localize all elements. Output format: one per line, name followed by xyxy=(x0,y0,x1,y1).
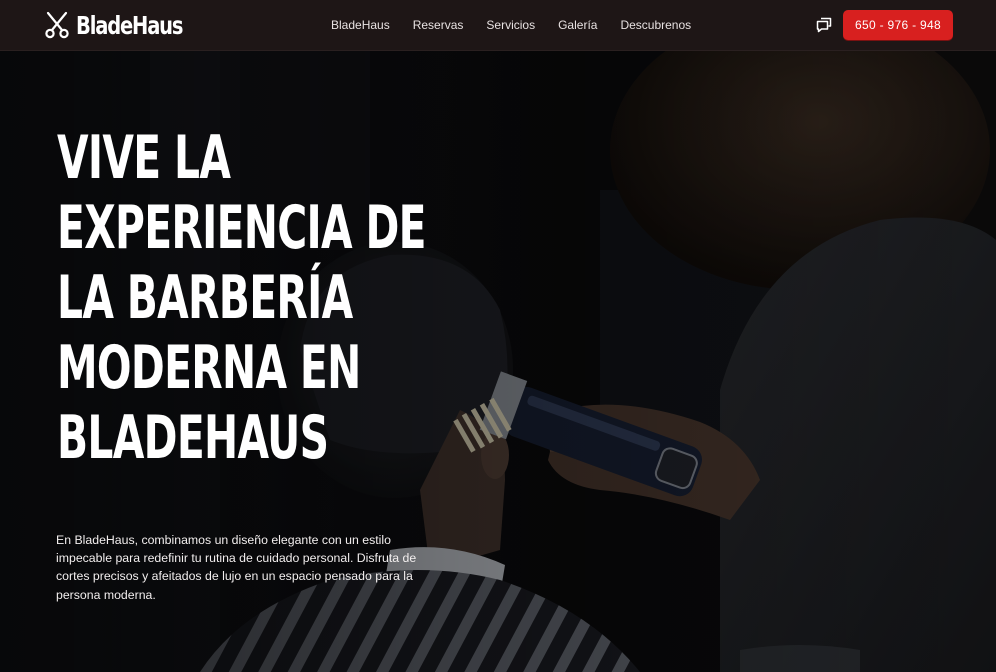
chat-icon xyxy=(816,17,832,33)
top-navigation-bar: BladeHaus BladeHaus Reservas Servicios G… xyxy=(0,0,996,51)
hero-description: En BladeHaus, combinamos un diseño elega… xyxy=(56,533,417,602)
hero-section: Vive la experiencia de la barbería moder… xyxy=(0,50,996,672)
scissors-icon xyxy=(45,11,69,39)
headline-line: la barbería xyxy=(57,263,353,333)
hero-headline: Vive la experiencia de la barbería moder… xyxy=(57,123,479,473)
nav-link-descubrenos[interactable]: Descubrenos xyxy=(620,18,691,32)
chat-button[interactable] xyxy=(815,16,833,34)
brand-name: BladeHaus xyxy=(76,10,184,40)
landing-page: BladeHaus BladeHaus Reservas Servicios G… xyxy=(0,0,996,672)
main-nav: BladeHaus Reservas Servicios Galería Des… xyxy=(331,0,714,50)
headline-line: Vive la xyxy=(57,123,231,193)
headline-line: moderna en xyxy=(57,333,361,403)
nav-link-servicios[interactable]: Servicios xyxy=(486,18,535,32)
nav-link-bladehaus[interactable]: BladeHaus xyxy=(331,18,390,32)
nav-link-reservas[interactable]: Reservas xyxy=(413,18,464,32)
headline-line: BladeHaus xyxy=(57,403,329,473)
nav-link-galeria[interactable]: Galería xyxy=(558,18,597,32)
brand-logo[interactable]: BladeHaus xyxy=(44,10,212,40)
headline-line: experiencia de xyxy=(57,193,427,263)
phone-call-button[interactable]: 650 - 976 - 948 xyxy=(843,10,953,40)
